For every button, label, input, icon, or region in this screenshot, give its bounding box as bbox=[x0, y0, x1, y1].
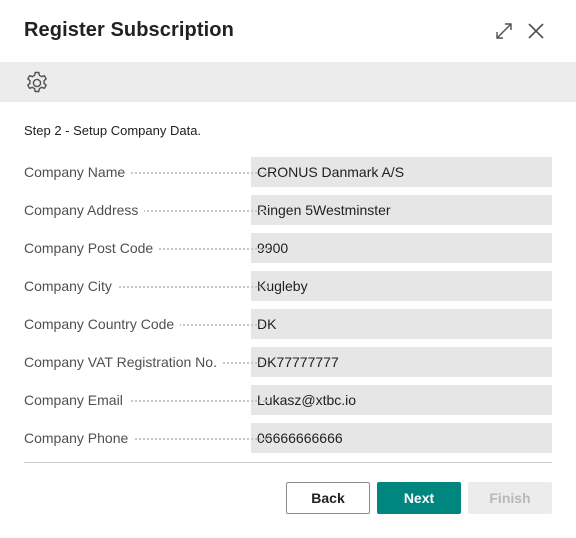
company-name-input[interactable] bbox=[251, 157, 552, 187]
field-company-email: Company Email bbox=[24, 385, 552, 415]
field-label: Company Email bbox=[24, 392, 129, 408]
company-post-code-input[interactable] bbox=[251, 233, 552, 263]
company-vat-registration-input[interactable] bbox=[251, 347, 552, 377]
register-subscription-dialog: Register Subscription Step 2 - Setup Com… bbox=[0, 0, 576, 538]
step-description: Step 2 - Setup Company Data. bbox=[24, 123, 202, 138]
field-company-phone: Company Phone bbox=[24, 423, 552, 453]
expand-icon[interactable] bbox=[494, 21, 514, 41]
field-company-vat-registration-no: Company VAT Registration No. bbox=[24, 347, 552, 377]
company-email-input[interactable] bbox=[251, 385, 552, 415]
gear-icon[interactable] bbox=[24, 70, 50, 96]
field-company-address: Company Address bbox=[24, 195, 552, 225]
company-phone-input[interactable] bbox=[251, 423, 552, 453]
field-company-city: Company City bbox=[24, 271, 552, 301]
field-label: Company Name bbox=[24, 164, 132, 180]
field-label: Company Country Code bbox=[24, 316, 181, 332]
footer-divider bbox=[24, 462, 552, 463]
next-button[interactable]: Next bbox=[377, 482, 461, 514]
close-icon[interactable] bbox=[526, 21, 546, 41]
field-company-post-code: Company Post Code bbox=[24, 233, 552, 263]
field-label: Company Address bbox=[24, 202, 145, 218]
company-address-input[interactable] bbox=[251, 195, 552, 225]
dialog-header: Register Subscription bbox=[0, 0, 576, 62]
finish-button[interactable]: Finish bbox=[468, 482, 552, 514]
field-label: Company City bbox=[24, 278, 118, 294]
field-label: Company Phone bbox=[24, 430, 135, 446]
field-label: Company VAT Registration No. bbox=[24, 354, 223, 370]
dialog-title: Register Subscription bbox=[24, 19, 234, 41]
action-bar bbox=[0, 62, 576, 102]
company-country-code-input[interactable] bbox=[251, 309, 552, 339]
back-button[interactable]: Back bbox=[286, 482, 370, 514]
company-city-input[interactable] bbox=[251, 271, 552, 301]
field-company-name: Company Name bbox=[24, 157, 552, 187]
field-company-country-code: Company Country Code bbox=[24, 309, 552, 339]
field-label: Company Post Code bbox=[24, 240, 160, 256]
